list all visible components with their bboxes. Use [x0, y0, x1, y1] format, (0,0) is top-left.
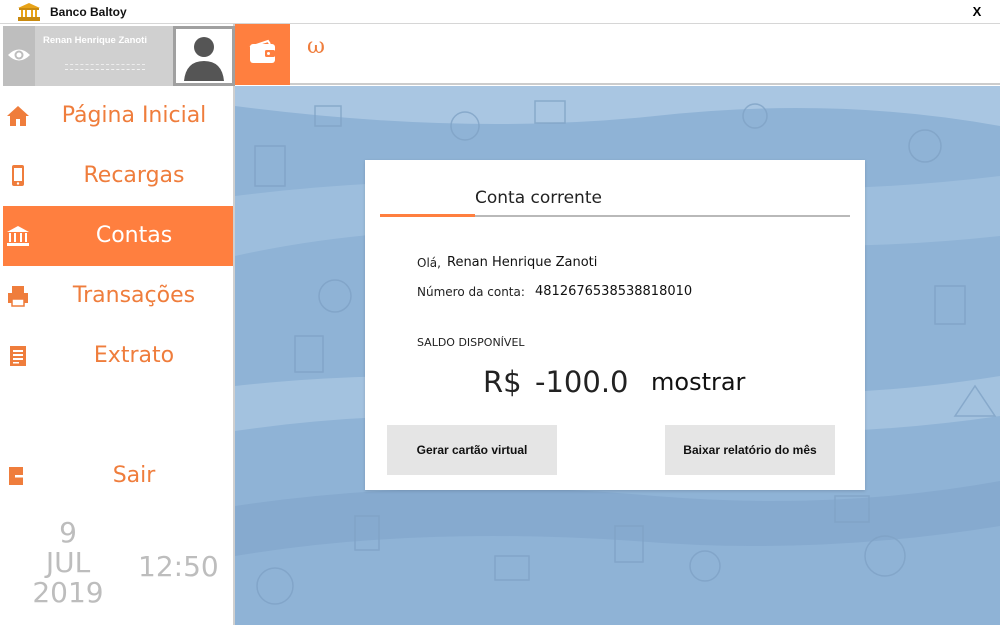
- sidebar-item-label: Contas: [95, 223, 173, 248]
- bank-icon: [7, 226, 29, 246]
- profile-panel: Renan Henrique Zanoti: [3, 26, 235, 86]
- phone-icon: [12, 165, 24, 186]
- wallet-button[interactable]: [235, 24, 290, 85]
- greeting-label: Olá,: [417, 256, 441, 270]
- sidebar-item-label: Extrato: [93, 343, 175, 368]
- balance-label: SALDO DISPONÍVEL: [417, 336, 525, 349]
- close-button[interactable]: X: [966, 2, 988, 22]
- header-glyph: ω: [307, 34, 325, 59]
- logout-icon: [9, 467, 29, 485]
- sidebar-item-contas[interactable]: Contas: [3, 206, 233, 266]
- sidebar-item-label: Página Inicial: [61, 103, 207, 128]
- account-number: 4812676538538818010: [535, 284, 693, 299]
- title-bar: Banco Baltoy X: [0, 0, 1000, 24]
- download-monthly-report-button[interactable]: Baixar relatório do mês: [665, 425, 835, 475]
- sidebar-item-recargas[interactable]: Recargas: [3, 146, 233, 206]
- bank-logo-icon: [18, 3, 40, 21]
- home-icon: [7, 106, 29, 126]
- user-silhouette-icon: [178, 31, 230, 81]
- toggle-visibility-button[interactable]: [3, 26, 35, 86]
- logout-label: Sair: [112, 463, 156, 488]
- date-year: 2019: [32, 576, 104, 609]
- sidebar-item-extrato[interactable]: Extrato: [3, 326, 233, 386]
- generate-virtual-card-button[interactable]: Gerar cartão virtual: [387, 425, 557, 475]
- sidebar: Renan Henrique Zanoti Página Inicial Rec…: [0, 24, 235, 625]
- account-number-label: Número da conta:: [417, 285, 525, 299]
- show-balance-button[interactable]: mostrar: [651, 368, 745, 396]
- window-title: Banco Baltoy: [50, 5, 127, 19]
- date-month: JUL: [45, 546, 91, 579]
- greeting-name: Renan Henrique Zanoti: [447, 255, 598, 270]
- balance-currency: R$: [483, 365, 522, 399]
- tab-conta-corrente[interactable]: Conta corrente: [475, 188, 602, 208]
- avatar[interactable]: [173, 26, 235, 86]
- sidebar-item-label: Recargas: [83, 163, 185, 188]
- account-card: Conta corrente Olá, Renan Henrique Zanot…: [365, 160, 865, 490]
- tab-underline-active: [380, 214, 475, 217]
- profile-name: Renan Henrique Zanoti: [43, 35, 147, 46]
- top-bar: ω: [235, 24, 1000, 85]
- wallet-icon: [249, 39, 275, 63]
- printer-icon: [8, 286, 28, 307]
- sidebar-item-transacoes[interactable]: Transações: [3, 266, 233, 326]
- eye-icon: [8, 49, 30, 61]
- statement-icon: [10, 346, 26, 366]
- sidebar-item-label: Transações: [72, 283, 196, 308]
- sidebar-item-logout[interactable]: Sair: [3, 446, 233, 506]
- date-day: 9: [59, 516, 77, 549]
- sidebar-item-home[interactable]: Página Inicial: [3, 86, 233, 146]
- balance-value: -100.0: [535, 365, 629, 399]
- clock: 12:50: [138, 550, 219, 583]
- profile-account-masked: [65, 64, 145, 70]
